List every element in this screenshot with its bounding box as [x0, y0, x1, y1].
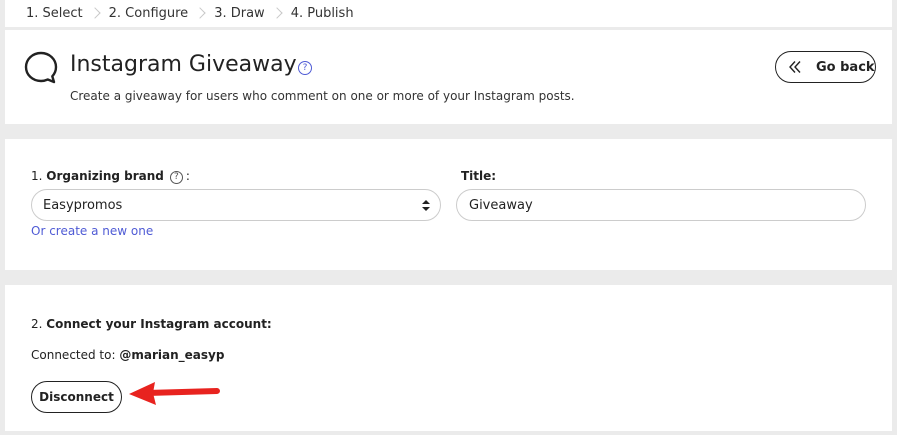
title-label: Title:: [461, 169, 497, 183]
connect-instagram-label: 2. Connect your Instagram account:: [31, 317, 272, 331]
instagram-connect-section: 2. Connect your Instagram account: Conne…: [5, 285, 892, 431]
brand-section: 1. Organizing brand?: Easypromos Or crea…: [5, 139, 892, 270]
speech-bubble-icon: [24, 51, 58, 84]
disconnect-button[interactable]: Disconnect: [31, 381, 122, 413]
page-title: Instagram Giveaway: [70, 52, 297, 77]
header-panel: Instagram Giveaway ? Create a giveaway f…: [5, 30, 892, 124]
step-draw[interactable]: 3. Draw: [214, 6, 265, 21]
brand-select-value: Easypromos: [43, 197, 123, 213]
go-back-label: Go back: [816, 59, 875, 75]
create-brand-link[interactable]: Or create a new one: [31, 224, 153, 238]
chevron-right-icon: [83, 0, 109, 27]
title-input[interactable]: [456, 189, 866, 221]
connected-account-text: Connected to: @marian_easyp: [31, 348, 225, 362]
page-subtitle: Create a giveaway for users who comment …: [70, 89, 575, 103]
connected-account-name: @marian_easyp: [119, 348, 225, 362]
chevron-right-icon: [265, 0, 291, 27]
help-icon[interactable]: ?: [169, 171, 183, 184]
help-icon[interactable]: ?: [298, 61, 312, 75]
organizing-brand-label: 1. Organizing brand?:: [31, 169, 190, 184]
go-back-button[interactable]: Go back: [775, 51, 876, 83]
double-chevron-left-icon: [789, 61, 801, 73]
step-configure[interactable]: 2. Configure: [109, 6, 189, 21]
step-select[interactable]: 1. Select: [26, 6, 83, 21]
annotation-arrow-icon: [129, 382, 220, 405]
sort-arrows-icon: [422, 199, 430, 211]
step-breadcrumb: 1. Select 2. Configure 3. Draw 4. Publis…: [5, 0, 892, 27]
organizing-brand-select[interactable]: Easypromos: [31, 189, 441, 221]
chevron-right-icon: [188, 0, 214, 27]
step-publish[interactable]: 4. Publish: [291, 6, 354, 21]
